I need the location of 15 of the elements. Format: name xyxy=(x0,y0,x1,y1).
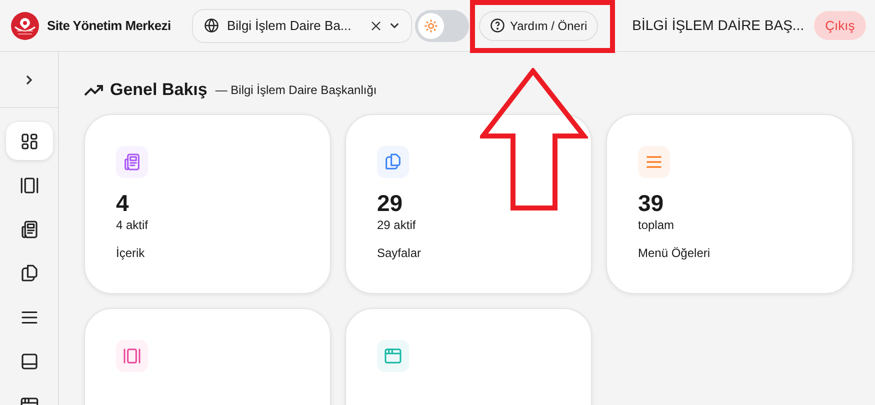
stat-label: Sayfalar xyxy=(377,245,422,261)
user-name: BİLGİ İŞLEM DAİRE BAŞ... xyxy=(632,16,804,35)
page-title: Genel Bakış xyxy=(110,79,208,102)
page-subtitle: — Bilgi İşlem Daire Başkanlığı xyxy=(215,82,377,99)
stat-detail: 29 aktif xyxy=(377,217,417,233)
stat-value: 39 xyxy=(638,190,665,216)
stat-value: 4 xyxy=(116,190,130,216)
stat-label: İçerik xyxy=(116,245,146,261)
stat-label: Menü Öğeleri xyxy=(638,245,712,261)
help-button[interactable]: Yardım / Öneri xyxy=(479,10,598,40)
app-title: Site Yönetim Merkezi xyxy=(47,16,171,35)
stat-detail: toplam xyxy=(638,217,676,233)
stat-value: 29 xyxy=(377,190,404,216)
stat-detail: 4 aktif xyxy=(116,217,150,233)
organization-select[interactable]: Bilgi İşlem Daire Ba... xyxy=(192,8,412,42)
